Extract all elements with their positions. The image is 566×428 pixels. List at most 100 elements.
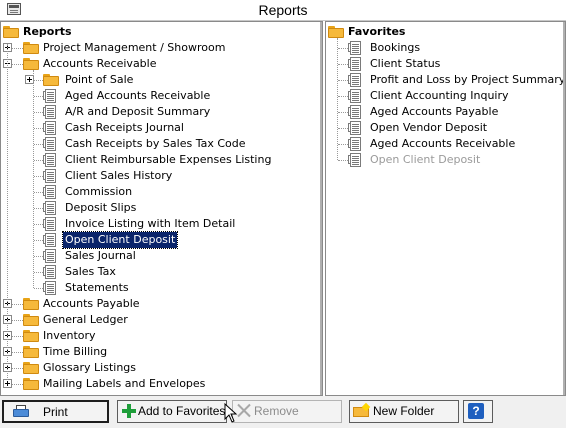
report-document-icon <box>43 136 57 152</box>
expand-icon[interactable] <box>3 379 12 388</box>
tree-guide-line <box>12 336 23 337</box>
folder-point-of-sale-label: Point of Sale <box>65 73 134 86</box>
group-inventory[interactable]: Inventory <box>1 328 322 344</box>
report-aged-accounts-receivable[interactable]: Aged Accounts Receivable <box>1 88 322 104</box>
report-cash-receipts-journal-label: Cash Receipts Journal <box>65 121 184 134</box>
printer-icon <box>13 405 29 419</box>
report-document-icon <box>43 120 57 136</box>
report-document-icon <box>43 264 57 280</box>
favorite-open-vendor-deposit-label: Open Vendor Deposit <box>370 121 488 134</box>
report-sales-journal[interactable]: Sales Journal <box>1 248 322 264</box>
group-mailing-labels-and-envelopes[interactable]: Mailing Labels and Envelopes <box>1 376 322 392</box>
report-sales-journal-label: Sales Journal <box>65 249 136 262</box>
window-title: Reports <box>258 2 308 18</box>
report-statements[interactable]: Statements <box>1 280 322 296</box>
report-invoice-listing-with-item-detail-label: Invoice Listing with Item Detail <box>65 217 236 230</box>
group-inventory-label: Inventory <box>43 329 96 342</box>
favorites-root[interactable]: Favorites <box>326 24 565 40</box>
group-project-management-showroom-label: Project Management / Showroom <box>43 41 226 54</box>
favorite-profit-and-loss-by-project-summary[interactable]: Profit and Loss by Project Summary <box>326 72 565 88</box>
report-commission[interactable]: Commission <box>1 184 322 200</box>
tree-guide-line <box>34 128 43 129</box>
tree-guide-line <box>33 70 34 288</box>
report-deposit-slips[interactable]: Deposit Slips <box>1 200 322 216</box>
tree-guide-line <box>34 112 43 113</box>
reports-root[interactable]: Reports <box>1 24 322 40</box>
tree-guide-line <box>338 48 348 49</box>
report-deposit-slips-label: Deposit Slips <box>65 201 137 214</box>
green-plus-icon <box>122 404 136 418</box>
report-document-icon <box>43 232 57 248</box>
favorite-client-status[interactable]: Client Status <box>326 56 565 72</box>
report-cash-receipts-by-sales-tax-code-label: Cash Receipts by Sales Tax Code <box>65 137 246 150</box>
report-document-icon <box>348 72 362 88</box>
report-document-icon <box>43 200 57 216</box>
group-accounts-payable[interactable]: Accounts Payable <box>1 296 322 312</box>
report-client-sales-history[interactable]: Client Sales History <box>1 168 322 184</box>
group-time-billing[interactable]: Time Billing <box>1 344 322 360</box>
tree-guide-line <box>12 352 23 353</box>
report-open-client-deposit-label: Open Client Deposit <box>61 231 179 249</box>
tree-guide-line <box>34 256 43 257</box>
print-button-label: Print <box>43 405 68 419</box>
report-document-icon <box>348 40 362 56</box>
report-cash-receipts-journal[interactable]: Cash Receipts Journal <box>1 120 322 136</box>
help-icon: ? <box>468 403 484 419</box>
report-sales-tax[interactable]: Sales Tax <box>1 264 322 280</box>
button-bar: Print Add to Favorites Remove Favorites … <box>0 396 566 428</box>
report-a-r-and-deposit-summary-label: A/R and Deposit Summary <box>65 105 211 118</box>
report-sales-tax-label: Sales Tax <box>65 265 116 278</box>
new-folder-button[interactable]: New Folder <box>349 400 459 423</box>
favorite-open-client-deposit[interactable]: Open Client Deposit <box>326 152 565 168</box>
report-document-icon <box>348 88 362 104</box>
favorite-bookings[interactable]: Bookings <box>326 40 565 56</box>
help-button[interactable]: ? <box>463 400 493 423</box>
folder-point-of-sale[interactable]: Point of Sale <box>1 72 322 88</box>
group-project-management-showroom[interactable]: Project Management / Showroom <box>1 40 322 56</box>
favorite-open-vendor-deposit[interactable]: Open Vendor Deposit <box>326 120 565 136</box>
favorite-aged-accounts-payable[interactable]: Aged Accounts Payable <box>326 104 565 120</box>
tree-guide-line <box>338 160 348 161</box>
report-open-client-deposit[interactable]: Open Client Deposit <box>1 231 322 249</box>
favorite-client-status-label: Client Status <box>370 57 441 70</box>
group-glossary-listings[interactable]: Glossary Listings <box>1 360 322 376</box>
tree-guide-line <box>34 96 43 97</box>
tree-guide-line <box>34 272 43 273</box>
remove-favorites-label: Remove Favorites <box>254 404 299 418</box>
favorite-aged-accounts-receivable[interactable]: Aged Accounts Receivable <box>326 136 565 152</box>
report-cash-receipts-by-sales-tax-code[interactable]: Cash Receipts by Sales Tax Code <box>1 136 322 152</box>
report-invoice-listing-with-item-detail[interactable]: Invoice Listing with Item Detail <box>1 216 322 232</box>
tree-guide-line <box>34 144 43 145</box>
folder-icon <box>328 26 344 38</box>
report-a-r-and-deposit-summary[interactable]: A/R and Deposit Summary <box>1 104 322 120</box>
tree-guide-line <box>338 96 348 97</box>
tree-guide-line <box>7 44 8 380</box>
folder-icon <box>3 26 19 38</box>
favorite-open-client-deposit-label: Open Client Deposit <box>370 153 481 166</box>
report-client-sales-history-label: Client Sales History <box>65 169 173 182</box>
favorite-aged-accounts-receivable-label: Aged Accounts Receivable <box>370 137 516 150</box>
group-accounts-receivable-label: Accounts Receivable <box>43 57 157 70</box>
tree-guide-line <box>34 192 43 193</box>
add-to-favorites-button[interactable]: Add to Favorites <box>117 400 227 423</box>
new-folder-label: New Folder <box>373 404 435 418</box>
tree-guide-line <box>338 64 348 65</box>
folder-icon <box>23 42 39 54</box>
report-document-icon <box>348 104 362 120</box>
report-document-icon <box>43 184 57 200</box>
mouse-cursor-icon <box>224 403 238 423</box>
report-document-icon <box>43 104 57 120</box>
reports-tree-pane[interactable]: Reports Project Management / Showroom Acco… <box>0 21 323 396</box>
tree-guide-line <box>12 304 23 305</box>
folder-icon <box>43 74 59 86</box>
report-document-icon <box>348 56 362 72</box>
print-button[interactable]: Print <box>2 400 109 423</box>
report-client-reimbursable-expenses-listing[interactable]: Client Reimbursable Expenses Listing <box>1 152 322 168</box>
favorites-tree-pane[interactable]: Favorites Bookings Client Status Profit and… <box>325 21 566 396</box>
group-general-ledger[interactable]: General Ledger <box>1 312 322 328</box>
group-accounts-receivable[interactable]: Accounts Receivable <box>1 56 322 72</box>
tree-guide-line <box>338 144 348 145</box>
report-document-icon <box>43 248 57 264</box>
favorite-client-accounting-inquiry[interactable]: Client Accounting Inquiry <box>326 88 565 104</box>
remove-favorites-button[interactable]: Remove Favorites <box>232 400 342 423</box>
